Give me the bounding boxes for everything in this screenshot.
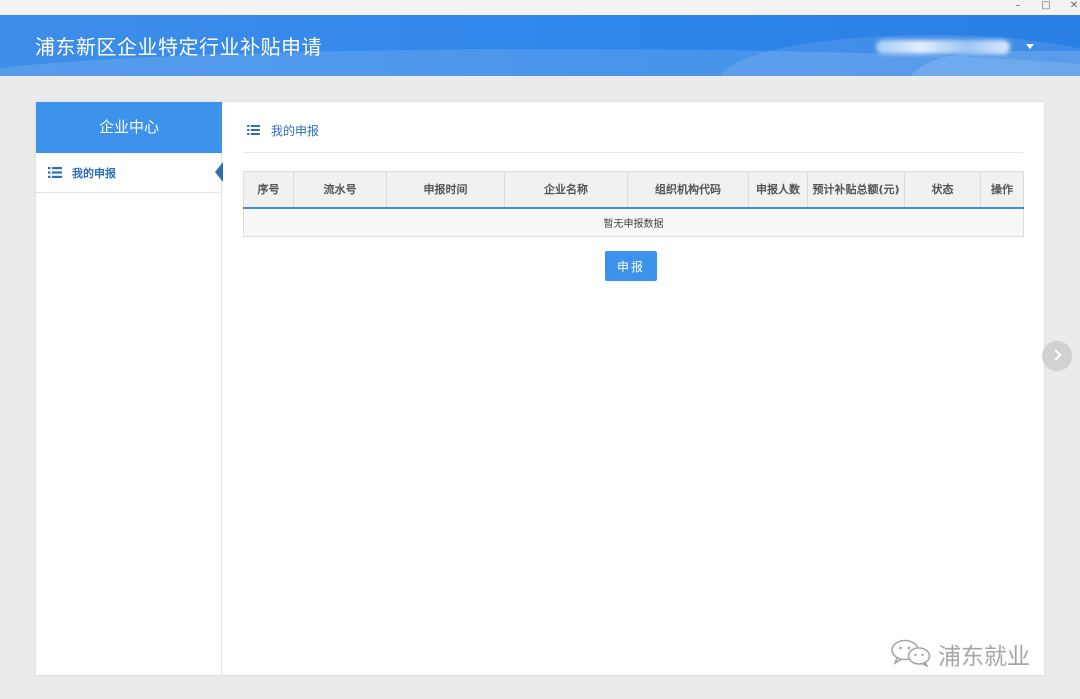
- next-page-button[interactable]: [1042, 341, 1072, 371]
- column-header: 申报时间: [386, 171, 505, 209]
- sidebar: 企业中心 我的申报: [36, 102, 223, 675]
- window-titlebar: – □ ✕: [0, 0, 1080, 15]
- column-header: 预计补贴总额(元): [807, 171, 905, 209]
- submit-application-button[interactable]: 申报: [605, 251, 657, 281]
- table-row: 暂无申报数据: [243, 207, 1024, 237]
- section-title: 我的申报: [271, 124, 320, 138]
- column-header: 流水号: [293, 171, 387, 209]
- column-header: 序号: [243, 171, 294, 209]
- column-header: 操作: [980, 171, 1024, 209]
- caret-down-icon[interactable]: [1026, 44, 1034, 49]
- table-header-row: 序号 流水号 申报时间 企业名称 组织机构代码 申报人数 预计补贴总额(元) 状…: [243, 171, 1024, 209]
- column-header: 企业名称: [504, 171, 628, 209]
- list-icon: [247, 125, 260, 135]
- list-icon: [48, 167, 62, 178]
- watermark-text: 浦东就业: [938, 644, 1030, 670]
- section-header: 我的申报: [243, 102, 1023, 153]
- app-title: 浦东新区企业特定行业补贴申请: [35, 35, 322, 59]
- column-header: 组织机构代码: [627, 171, 749, 209]
- column-header: 状态: [904, 171, 981, 209]
- app-header: 浦东新区企业特定行业补贴申请: [0, 15, 1080, 76]
- active-indicator: [215, 162, 223, 182]
- sidebar-title: 企业中心: [36, 102, 222, 153]
- empty-table-message: 暂无申报数据: [243, 207, 1024, 237]
- applications-table: 序号 流水号 申报时间 企业名称 组织机构代码 申报人数 预计补贴总额(元) 状…: [243, 171, 1024, 237]
- maximize-button[interactable]: □: [1033, 0, 1059, 15]
- column-header: 申报人数: [748, 171, 808, 209]
- minimize-button[interactable]: –: [1005, 0, 1031, 15]
- sidebar-item-label: 我的申报: [72, 167, 116, 180]
- close-button[interactable]: ✕: [1061, 0, 1080, 15]
- chevron-right-icon: [1050, 349, 1062, 361]
- wechat-icon: [891, 639, 931, 667]
- content-area: 我的申报 序号 流水号 申报时间 企业名称 组织机构代码 申报人数 预计补贴总额…: [243, 102, 1024, 675]
- user-menu[interactable]: [876, 36, 1036, 58]
- sidebar-item-my-applications[interactable]: 我的申报: [36, 153, 223, 193]
- blurred-username: [876, 40, 1010, 54]
- main-panel: 企业中心 我的申报 我的申报 序号 流水号 申报时间 企业名称 组织机构代码 申…: [36, 102, 1044, 675]
